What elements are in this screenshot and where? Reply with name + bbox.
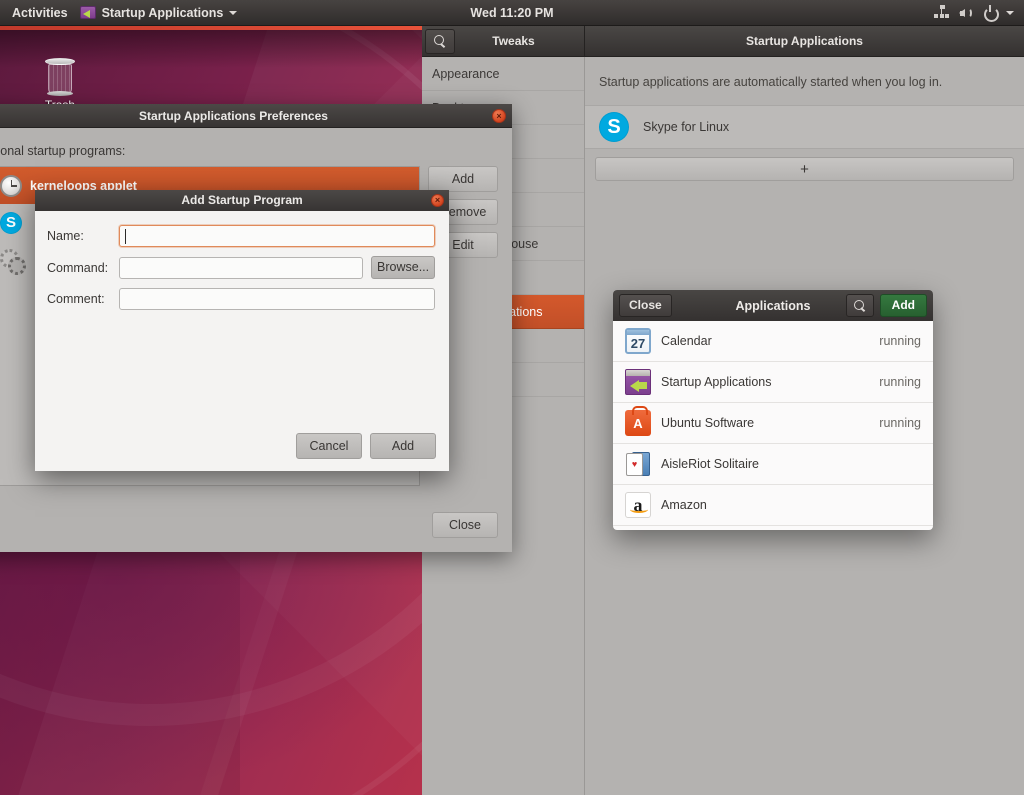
activities-button[interactable]: Activities (0, 0, 80, 26)
system-tray (934, 5, 1014, 22)
add-dialog-titlebar: Add Startup Program × (35, 190, 449, 211)
text-caret (124, 229, 126, 244)
app-status: running (879, 375, 921, 389)
ubuntu-software-icon: A (625, 406, 651, 436)
trash-icon (45, 58, 75, 96)
list-item[interactable]: a Amazon (613, 485, 933, 526)
close-button[interactable]: Close (619, 294, 672, 317)
add-startup-program-dialog: Add Startup Program × Name: Command: Bro… (35, 190, 449, 471)
startup-applications-icon (79, 6, 96, 19)
sidebar-item-label: Appearance (432, 67, 500, 81)
tweaks-search-button[interactable] (425, 28, 455, 54)
cancel-button[interactable]: Cancel (296, 433, 362, 459)
list-item[interactable]: 27 Calendar running (613, 321, 933, 362)
sidebar-item-appearance[interactable]: Appearance (422, 57, 584, 91)
list-item[interactable]: A Ubuntu Software running (613, 403, 933, 444)
app-status: running (879, 334, 921, 348)
applications-popup-header: Close Applications Add (613, 290, 933, 321)
tweaks-header: Tweaks Startup Applications (422, 26, 1024, 57)
volume-icon[interactable] (958, 5, 973, 20)
name-label: Name: (47, 229, 84, 243)
chevron-down-icon (229, 10, 238, 15)
tweaks-page-title: Startup Applications (746, 34, 863, 48)
startup-apps-list: S Skype for Linux (585, 105, 1024, 149)
add-startup-app-button[interactable]: + (595, 157, 1014, 181)
add-dialog-title-label: Add Startup Program (181, 193, 303, 207)
add-dialog-form: Name: Command: Browse... Comment: (35, 211, 449, 310)
list-item[interactable]: Startup Applications running (613, 362, 933, 403)
close-icon[interactable]: × (431, 193, 444, 207)
cards-icon (625, 451, 651, 477)
network-icon[interactable] (934, 5, 949, 20)
add-button[interactable]: Add (879, 294, 927, 317)
command-label: Command: (47, 260, 109, 275)
applications-popup: Close Applications Add 27 Calendar runni… (613, 290, 933, 530)
app-menu-label: Startup Applications (101, 5, 224, 20)
startup-applications-icon (625, 369, 651, 395)
close-icon[interactable]: × (492, 109, 506, 123)
clock-icon (0, 174, 22, 197)
prefs-list-label: Additional startup programs: (0, 144, 126, 158)
comment-label: Comment: (47, 292, 105, 306)
startup-description: Startup applications are automatically s… (599, 75, 943, 89)
app-name: AisleRiot Solitaire (661, 457, 759, 471)
prefs-title-label: Startup Applications Preferences (139, 109, 328, 123)
app-name: Startup Applications (661, 375, 772, 389)
search-button[interactable] (845, 294, 874, 317)
comment-input[interactable] (118, 288, 435, 310)
amazon-icon: a (625, 492, 651, 518)
gnome-top-bar: Activities Startup Applications Wed 11:2… (0, 0, 1024, 26)
screen-root: Trash Tweaks Startup Applications Appear… (0, 0, 1024, 795)
tweaks-title: Tweaks (492, 34, 535, 48)
power-icon[interactable] (982, 5, 999, 22)
search-icon (434, 35, 446, 47)
calendar-icon: 27 (625, 328, 651, 354)
gears-icon (0, 248, 26, 275)
add-button[interactable]: Add (370, 433, 436, 459)
startup-app-label: Skype for Linux (643, 120, 730, 134)
skype-icon: S (0, 211, 22, 234)
add-dialog-actions: Cancel Add (296, 433, 436, 459)
chevron-down-icon[interactable] (1006, 10, 1014, 15)
app-menu-button[interactable]: Startup Applications (79, 5, 248, 20)
skype-icon: S (599, 112, 629, 142)
app-status: running (879, 416, 921, 430)
app-name: Amazon (661, 498, 707, 512)
desktop-accent-strip (0, 26, 422, 30)
list-item[interactable]: AisleRiot Solitaire (613, 444, 933, 485)
command-row: Command: Browse... (47, 256, 435, 279)
app-name: Ubuntu Software (661, 416, 755, 430)
add-button[interactable]: Add (428, 166, 498, 192)
prefs-titlebar: Startup Applications Preferences × (0, 104, 512, 128)
applications-popup-actions: Add (845, 294, 927, 317)
close-button[interactable]: Close (432, 512, 498, 538)
startup-app-row-skype[interactable]: S Skype for Linux (585, 106, 1024, 148)
tweaks-header-left: Tweaks (422, 26, 585, 56)
comment-row: Comment: (47, 288, 435, 310)
browse-button[interactable]: Browse... (371, 256, 435, 279)
command-input[interactable] (118, 256, 364, 279)
search-icon (853, 299, 866, 312)
name-input[interactable] (118, 225, 435, 247)
name-row: Name: (47, 225, 435, 247)
app-name: Calendar (661, 334, 712, 348)
